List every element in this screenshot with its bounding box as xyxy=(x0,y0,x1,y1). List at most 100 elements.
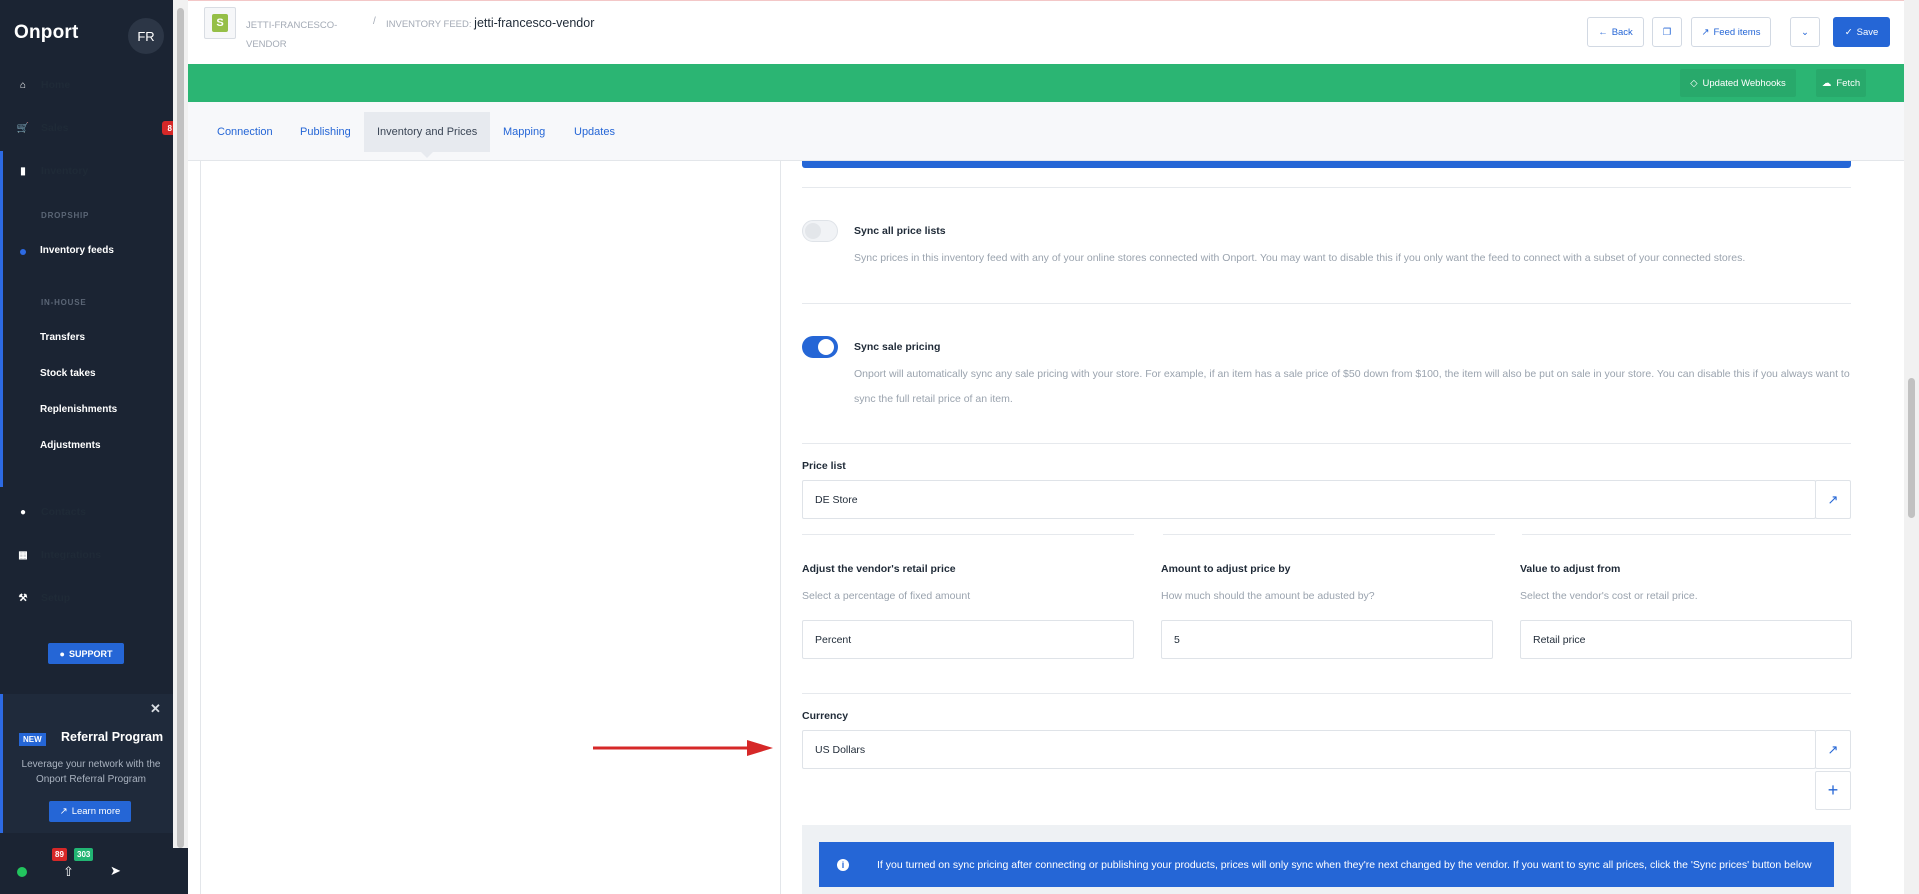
tab-updates[interactable]: Updates xyxy=(561,112,628,152)
sidebar-scrollbar-thumb[interactable] xyxy=(177,8,184,848)
page-title: jetti-francesco-vendor xyxy=(474,16,595,30)
value-from-label: Value to adjust from xyxy=(1520,563,1621,575)
tab-connection[interactable]: Connection xyxy=(204,112,286,152)
adjust-retail-select[interactable]: Percent xyxy=(802,620,1134,659)
amount-help: How much should the amount be adusted by… xyxy=(1161,590,1375,602)
copy-button[interactable]: ❐ xyxy=(1652,17,1682,47)
sidebar-item-setup[interactable]: ⚒ Setup xyxy=(0,583,173,613)
sync-sale-pricing-help: Onport will automatically sync any sale … xyxy=(854,368,1850,380)
updated-webhooks-label: Updated Webhooks xyxy=(1702,77,1786,89)
save-label: Save xyxy=(1856,26,1879,38)
upload-icon[interactable]: ⇧ xyxy=(63,864,74,880)
chevron-down-icon: ⌄ xyxy=(1801,26,1809,38)
sync-all-price-lists-toggle[interactable] xyxy=(802,220,838,242)
adjust-retail-label: Adjust the vendor's retail price xyxy=(802,563,956,575)
external-link-icon: ↗ xyxy=(1827,491,1839,507)
success-count-badge: 303 xyxy=(74,848,94,861)
price-list-label: Price list xyxy=(802,460,846,472)
amount-input[interactable]: 5 xyxy=(1161,620,1493,659)
section-dropship: DROPSHIP xyxy=(41,211,90,220)
wrench-icon: ⚒ xyxy=(18,592,28,604)
user-avatar[interactable]: FR xyxy=(128,18,164,54)
sync-all-price-lists-label: Sync all price lists xyxy=(854,225,946,237)
adjust-retail-help: Select a percentage of fixed amount xyxy=(802,590,971,602)
feed-items-button[interactable]: ↗ Feed items xyxy=(1691,17,1771,47)
learn-more-label: Learn more xyxy=(71,806,121,817)
divider xyxy=(802,187,1851,188)
home-icon: ⌂ xyxy=(19,79,27,91)
breadcrumb-feed-prefix: INVENTORY FEED: xyxy=(386,19,472,30)
close-icon[interactable]: ✕ xyxy=(150,701,161,717)
sidebar-item-sales[interactable]: 🛒 Sales xyxy=(0,113,173,143)
info-message: i If you turned on sync pricing after co… xyxy=(819,842,1834,887)
app-logo[interactable]: Onport xyxy=(14,22,79,44)
sync-prices-button-edge[interactable] xyxy=(802,161,1851,168)
save-button[interactable]: ✓ Save xyxy=(1833,17,1890,47)
sidebar-item-contacts[interactable]: ● Contacts xyxy=(0,497,173,527)
currency-open-button[interactable]: ↗ xyxy=(1815,730,1851,769)
tab-inventory-and-prices[interactable]: Inventory and Prices xyxy=(364,112,491,158)
cart-icon: 🛒 xyxy=(16,122,30,134)
new-badge: NEW xyxy=(19,733,46,746)
value-from-help: Select the vendor's cost or retail price… xyxy=(1520,590,1698,602)
divider xyxy=(1522,534,1851,535)
divider xyxy=(1163,534,1495,535)
arrow-left-icon: ← xyxy=(1598,26,1608,38)
divider xyxy=(802,693,1851,694)
copy-icon: ❐ xyxy=(1662,26,1672,38)
tag-icon: ◇ xyxy=(1690,77,1698,89)
bookmark-icon: ▮ xyxy=(20,165,26,177)
check-icon: ✓ xyxy=(1844,26,1853,38)
tab-bar: Connection Publishing Inventory and Pric… xyxy=(188,102,1904,161)
value-from-select[interactable]: Retail price xyxy=(1520,620,1852,659)
back-button[interactable]: ← Back xyxy=(1587,17,1644,47)
sidebar-item-label: Sales xyxy=(41,122,69,134)
sidebar-item-label: Inventory xyxy=(41,165,89,177)
person-icon: ● xyxy=(19,506,27,518)
annotation-arrow xyxy=(593,740,773,756)
page-scrollbar[interactable] xyxy=(1904,0,1919,894)
sidebar-item-inventory-feeds[interactable]: Inventory feeds xyxy=(40,245,114,256)
fetch-button[interactable]: ☁ Fetch xyxy=(1816,69,1866,97)
updated-webhooks-button[interactable]: ◇ Updated Webhooks xyxy=(1680,69,1796,97)
sidebar-item-replenishments[interactable]: Replenishments xyxy=(40,404,117,415)
support-button[interactable]: ● SUPPORT xyxy=(48,643,124,664)
price-list-open-button[interactable]: ↗ xyxy=(1815,480,1851,519)
sync-sale-pricing-toggle[interactable] xyxy=(802,336,838,358)
sidebar-item-label: Integrations xyxy=(41,549,102,561)
add-currency-button[interactable]: + xyxy=(1815,771,1851,810)
learn-more-button[interactable]: ↗ Learn more xyxy=(49,801,131,822)
tab-publishing[interactable]: Publishing xyxy=(287,112,364,152)
shopify-icon: S xyxy=(204,7,236,39)
divider xyxy=(802,303,1851,304)
active-section-indicator xyxy=(0,151,3,487)
sidebar-item-home[interactable]: ⌂ Home xyxy=(0,70,173,100)
currency-label: Currency xyxy=(802,710,849,722)
sales-count-badge: 8 xyxy=(162,121,173,135)
page-header: S JETTI-FRANCESCO-VENDOR / INVENTORY FEE… xyxy=(188,0,1904,64)
bottom-status-bar: 89 303 ⇧ ➤ xyxy=(0,848,188,894)
cloud-icon: ☁ xyxy=(1821,77,1832,89)
sidebar-item-stock-takes[interactable]: Stock takes xyxy=(40,368,96,379)
action-bar: ◇ Updated Webhooks ☁ Fetch xyxy=(188,64,1904,102)
more-dropdown-button[interactable]: ⌄ xyxy=(1790,17,1820,47)
referral-banner: ✕ NEW Referral Program Leverage your net… xyxy=(0,694,173,833)
sidebar-item-adjustments[interactable]: Adjustments xyxy=(40,440,101,451)
grid-icon: ▦ xyxy=(18,549,28,561)
referral-description: Leverage your network with the Onport Re… xyxy=(21,759,161,785)
tab-mapping[interactable]: Mapping xyxy=(490,112,558,152)
external-link-icon: ↗ xyxy=(1827,741,1839,757)
help-icon: ● xyxy=(59,648,65,659)
sidebar-item-inventory[interactable]: ▮ Inventory xyxy=(0,156,173,186)
price-list-select[interactable]: DE Store xyxy=(802,480,1816,519)
error-count-badge: 89 xyxy=(52,848,67,861)
breadcrumb-vendor[interactable]: JETTI-FRANCESCO-VENDOR xyxy=(246,16,346,54)
page-scrollbar-thumb[interactable] xyxy=(1908,378,1915,518)
sidebar-item-transfers[interactable]: Transfers xyxy=(40,332,85,343)
fetch-label: Fetch xyxy=(1836,77,1861,89)
sidebar-scrollbar[interactable] xyxy=(173,0,188,848)
info-panel: i If you turned on sync pricing after co… xyxy=(802,825,1851,894)
currency-select[interactable]: US Dollars xyxy=(802,730,1816,769)
sidebar-item-integrations[interactable]: ▦ Integrations xyxy=(0,540,173,570)
rocket-icon[interactable]: ➤ xyxy=(110,863,121,879)
